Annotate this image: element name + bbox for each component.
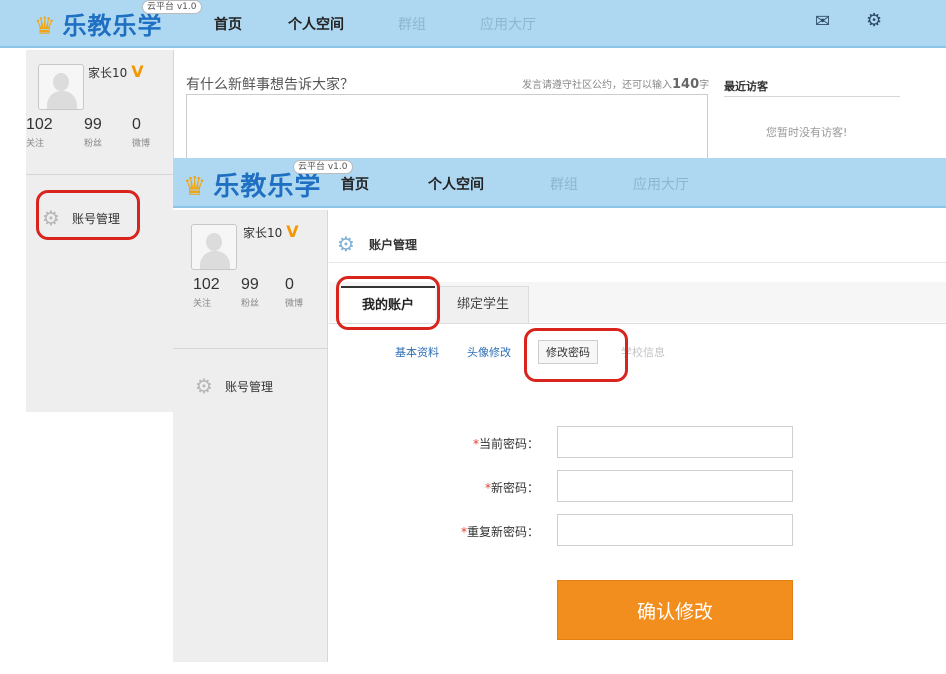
composer-prompt: 有什么新鲜事想告诉大家？	[186, 77, 354, 93]
avatar[interactable]	[191, 224, 237, 270]
avatar[interactable]	[38, 64, 84, 110]
username[interactable]: 家长10 V	[88, 62, 144, 81]
stat-posts-count[interactable]: 0	[132, 116, 141, 134]
gear-icon[interactable]: ⚙	[866, 10, 882, 31]
version-badge: 云平台 v1.0	[293, 160, 353, 174]
stat-fans-label: 粉丝	[84, 139, 103, 149]
vip-badge: V	[286, 222, 299, 241]
new-password-label: *新密码：	[484, 481, 539, 495]
nav-personal-space[interactable]: 个人空间	[428, 174, 484, 194]
stat-following-label: 关注	[193, 299, 212, 309]
recent-visitors-title: 最近访客	[724, 80, 768, 93]
subtab-change-password[interactable]: 修改密码	[538, 340, 598, 364]
stat-fans-count[interactable]: 99	[84, 116, 102, 134]
stat-fans-count[interactable]: 99	[241, 276, 259, 294]
username[interactable]: 家长10 V	[243, 222, 299, 241]
nav-home[interactable]: 首页	[341, 174, 369, 194]
account-management-link[interactable]: 账号管理	[72, 210, 120, 227]
settings-icon: ⚙	[195, 374, 213, 398]
top-nav-bar: ♛ 乐教乐学 云平台 v1.0 首页 个人空间 群组 应用大厅 ✉ ⚙	[0, 0, 946, 48]
logo-text: 乐教乐学	[62, 12, 163, 40]
current-password-input[interactable]	[557, 426, 793, 458]
subtab-school-info[interactable]: 学校信息	[621, 344, 665, 360]
nav-groups[interactable]: 群组	[398, 14, 426, 34]
tab-my-account[interactable]: 我的账户	[341, 286, 435, 324]
subtab-basic-info[interactable]: 基本资料	[395, 344, 439, 360]
nav-groups[interactable]: 群组	[550, 174, 578, 194]
tab-underline	[329, 323, 946, 324]
foreground-screenshot: ♛ 乐教乐学 云平台 v1.0 首页 个人空间 群组 应用大厅 家长10 V 102…	[173, 158, 946, 662]
left-sidebar: 家长10 V 102 99 0 关注 粉丝 微博 ⚙ 账号管理	[26, 50, 174, 412]
repeat-password-label: *重复新密码：	[460, 525, 539, 539]
stat-following-count[interactable]: 102	[26, 116, 53, 134]
current-password-label: *当前密码：	[472, 437, 539, 451]
nav-personal-space[interactable]: 个人空间	[288, 14, 344, 34]
tab-bind-student[interactable]: 绑定学生	[437, 286, 529, 324]
stat-posts-label: 微博	[132, 139, 151, 149]
stat-fans-label: 粉丝	[241, 299, 260, 309]
repeat-password-input[interactable]	[557, 514, 793, 546]
version-badge: 云平台 v1.0	[142, 0, 202, 14]
nav-app-hall[interactable]: 应用大厅	[633, 174, 689, 194]
mascot-icon: ♛	[183, 172, 208, 202]
remaining-chars: 140	[672, 77, 700, 92]
settings-icon: ⚙	[42, 206, 60, 230]
composer-rule-text: 发言请遵守社区公约，还可以输入140字	[522, 77, 710, 92]
vip-badge: V	[131, 62, 144, 81]
mail-icon[interactable]: ✉	[815, 11, 830, 32]
logo-text: 乐教乐学	[213, 172, 322, 202]
account-gear-icon: ⚙	[337, 232, 355, 256]
nav-app-hall[interactable]: 应用大厅	[480, 14, 536, 34]
confirm-change-button[interactable]: 确认修改	[557, 580, 793, 640]
new-password-input[interactable]	[557, 470, 793, 502]
subtab-avatar[interactable]: 头像修改	[467, 344, 511, 360]
no-visitors-text: 您暂时没有访客!	[766, 126, 848, 139]
divider	[173, 348, 328, 349]
nav-home[interactable]: 首页	[214, 14, 242, 34]
stat-posts-label: 微博	[285, 299, 304, 309]
divider	[329, 262, 946, 263]
account-management-link[interactable]: 账号管理	[225, 378, 273, 395]
mascot-icon: ♛	[34, 12, 57, 40]
divider	[724, 96, 900, 97]
left-sidebar: 家长10 V 102 99 0 关注 粉丝 微博 ⚙ 账号管理	[173, 210, 328, 662]
stat-following-label: 关注	[26, 139, 45, 149]
divider	[26, 174, 174, 175]
stat-posts-count[interactable]: 0	[285, 276, 294, 294]
top-nav-bar: ♛ 乐教乐学 云平台 v1.0 首页 个人空间 群组 应用大厅	[173, 158, 946, 208]
page-title: 账户管理	[369, 238, 418, 252]
stat-following-count[interactable]: 102	[193, 276, 220, 294]
